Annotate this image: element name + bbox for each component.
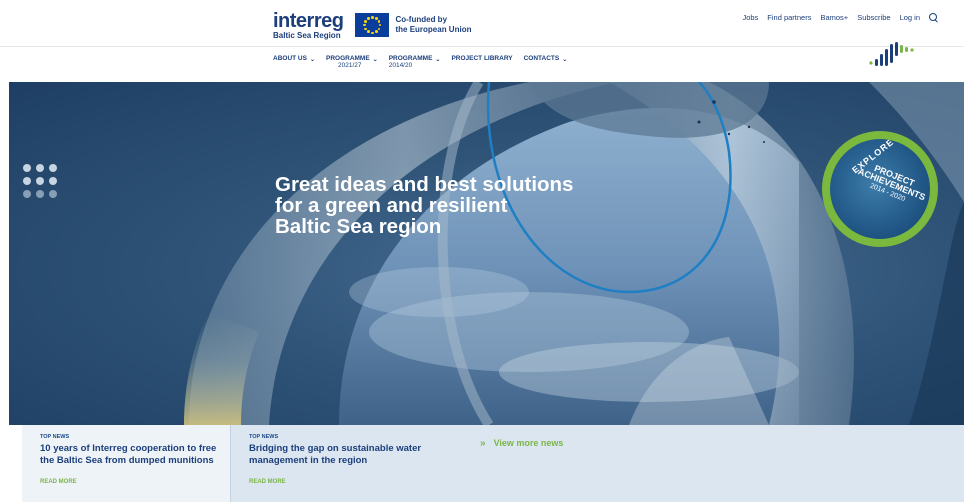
eu-cofunding-text: Co-funded by the European Union [395,15,471,35]
utility-link-bamos[interactable]: Bamos+ [820,13,848,22]
hero-headline-line-2: for a green and resilient [275,194,508,218]
read-more-link[interactable]: READ MORE [40,479,77,485]
nav-item-contacts[interactable]: CONTACTS ⌄ [524,55,568,63]
news-card[interactable]: TOP NEWS 10 years of Interreg cooperatio… [22,425,230,502]
nav-label-about-us: ABOUT US [273,55,307,62]
chevron-down-icon: ⌄ [562,57,568,63]
news-card[interactable]: TOP NEWS Bridging the gap on sustainable… [230,425,438,502]
nav-item-project-library[interactable]: PROJECT LIBRARY [451,55,512,62]
nav-item-programme-2014-20[interactable]: PROGRAMME 2014/20 ⌄ [389,55,441,70]
hero-headline-line-3: Baltic Sea region [275,215,442,239]
main-nav: ABOUT US ⌄ PROGRAMME 2021/27 ⌄ PROGRAMME… [273,55,567,70]
chevron-down-icon: ⌄ [309,57,315,63]
project-achievements-badge[interactable]: EXPLORE PROJECT ACHIEVEMENTS 2014 - 2020 [822,131,938,247]
nav-label-contacts: CONTACTS [523,55,560,62]
logo-subtitle: Baltic Sea Region [273,30,341,40]
search-icon[interactable] [929,13,938,22]
dot-grid-decoration [23,164,57,198]
logo-word: interreg [273,9,344,32]
view-more-news-label: View more news [493,438,564,448]
double-chevron-right-icon: » [480,437,486,449]
badge-text: PROJECT ACHIEVEMENTS 2014 - 2020 [854,159,929,210]
utility-link-find-partners[interactable]: Find partners [767,13,811,22]
nav-label-programme-2014: PROGRAMME [388,55,433,62]
hero-banner: Great ideas and best solutions for a gre… [9,82,964,425]
news-title[interactable]: Bridging the gap on sustainable water ma… [249,443,431,468]
hero-headline: Great ideas and best solutions for a gre… [275,174,635,237]
cofund-line-2: the European Union [395,25,472,34]
nav-item-programme-2021-27[interactable]: PROGRAMME 2021/27 ⌄ [326,55,378,70]
nav-sublabel-2014-20: 2014/20 [388,62,413,70]
nav-label-programme-2021: PROGRAMME [325,55,370,62]
brand-logo[interactable]: interreg Baltic Sea Region Co-funded by … [273,10,471,40]
hero-headline-line-1: Great ideas and best solutions [275,173,574,196]
utility-nav: Jobs Find partners Bamos+ Subscribe Log … [742,13,938,22]
news-tag: TOP NEWS [40,434,70,440]
utility-link-login[interactable]: Log in [900,13,920,22]
chevron-down-icon: ⌄ [435,57,441,63]
interreg-logo[interactable]: interreg Baltic Sea Region [273,9,344,40]
signal-bars-icon [869,42,914,66]
news-tag: TOP NEWS [249,434,279,440]
utility-link-subscribe[interactable]: Subscribe [857,13,890,22]
chevron-down-icon: ⌄ [372,57,378,63]
nav-label-project-library: PROJECT LIBRARY [451,55,513,62]
utility-link-jobs[interactable]: Jobs [742,13,758,22]
hero-background-image [184,82,964,425]
nav-sublabel-2021-27: 2021/27 [337,62,362,70]
cofund-line-1: Co-funded by [395,15,448,24]
nav-item-about-us[interactable]: ABOUT US ⌄ [273,55,315,63]
news-strip: TOP NEWS 10 years of Interreg cooperatio… [22,425,964,502]
header-divider [0,46,964,47]
badge-inner-circle: EXPLORE PROJECT ACHIEVEMENTS 2014 - 2020 [830,139,930,239]
read-more-link[interactable]: READ MORE [249,479,286,485]
news-title[interactable]: 10 years of Interreg cooperation to free… [40,443,222,468]
eu-flag-icon [355,13,390,37]
site-header: interreg Baltic Sea Region Co-funded by … [0,0,964,82]
view-more-news-link[interactable]: » View more news [480,436,563,450]
